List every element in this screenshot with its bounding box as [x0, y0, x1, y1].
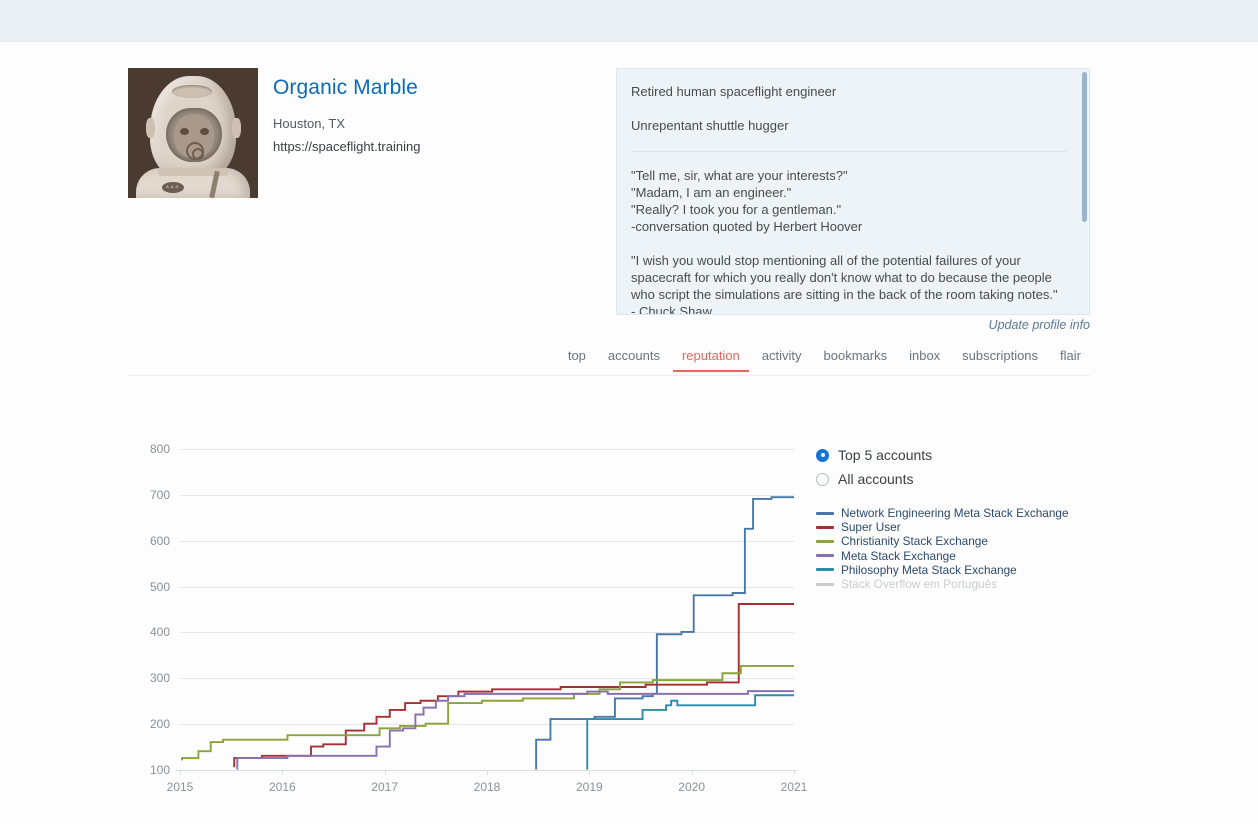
legend-item[interactable]: Meta Stack Exchange: [816, 549, 1090, 563]
tab-activity[interactable]: activity: [753, 344, 811, 370]
update-profile-info-link[interactable]: Update profile info: [988, 318, 1090, 332]
legend-color-swatch: [816, 539, 834, 543]
x-tick-2015: [180, 770, 181, 775]
bio-quote-1-attribution: -conversation quoted by Herbert Hoover: [631, 219, 863, 234]
tab-accounts[interactable]: accounts: [599, 344, 669, 370]
x-tick-2016: [282, 770, 284, 775]
bio-line-1: Retired human spaceflight engineer: [631, 84, 837, 99]
profile-bio-box[interactable]: Retired human spaceflight engineer Unrep…: [616, 68, 1090, 315]
bio-quote-1-line-3: "Really? I took you for a gentleman.": [631, 202, 842, 217]
x-tick-2017: [384, 770, 386, 775]
radio-label: Top 5 accounts: [838, 447, 933, 463]
x-tick-2019: [589, 770, 591, 775]
top-header-bar: [0, 0, 1258, 42]
series-line: [236, 690, 794, 770]
page-content: A.A.S. Organic Marble Houston, TX https:…: [0, 42, 1258, 824]
legend-color-swatch: [816, 568, 834, 572]
bio-quote-2-line-1: "I wish you would stop mentioning all of…: [631, 253, 1021, 268]
tab-flair[interactable]: flair: [1051, 344, 1090, 370]
radio-button-icon[interactable]: [816, 472, 829, 486]
legend-color-swatch: [816, 554, 834, 558]
series-line: [586, 694, 794, 770]
tab-reputation[interactable]: reputation: [672, 344, 749, 372]
bio-quote-2-line-3: who script the simulations are sitting i…: [631, 287, 1058, 302]
legend-label: Super User: [841, 520, 901, 535]
x-tick-2018: [487, 770, 488, 775]
legend-item[interactable]: Stack Overflow em Português: [816, 577, 1090, 591]
legend-item[interactable]: Christianity Stack Exchange: [816, 534, 1090, 548]
legend-color-swatch: [816, 511, 834, 515]
legend-color-swatch: [816, 582, 834, 586]
x-tick-2021: [794, 770, 795, 775]
bio-divider: [631, 151, 1067, 152]
bio-quote-1-line-1: "Tell me, sir, what are your interests?": [631, 168, 848, 183]
legend-color-swatch: [816, 525, 834, 529]
x-tick-2020: [691, 770, 693, 775]
bio-quote-2-line-2: spacecraft for which you really don't kn…: [631, 270, 1052, 285]
tab-subscriptions[interactable]: subscriptions: [953, 344, 1047, 370]
profile-website-link[interactable]: https://spaceflight.training: [273, 139, 420, 154]
profile-location: Houston, TX: [273, 116, 346, 131]
legend-label: Network Engineering Meta Stack Exchange: [841, 506, 1069, 521]
chart-series-lines: [181, 496, 794, 770]
radio-button-icon[interactable]: [816, 448, 829, 462]
tab-top[interactable]: top: [559, 344, 595, 370]
series-line: [535, 496, 794, 770]
bio-line-2: Unrepentant shuttle hugger: [631, 118, 789, 133]
bio-quote-2-attribution: - Chuck Shaw: [631, 304, 712, 315]
radio-option-all-accounts[interactable]: All accounts: [816, 468, 1090, 490]
chart-side-panel: Top 5 accounts All accounts Network Engin…: [816, 444, 1090, 591]
reputation-chart-plot: 100 200 300 400 500 600 700 800 2015 2016 2017 201…: [128, 392, 828, 812]
astronaut-helmet-avatar-image: A.A.S.: [128, 68, 258, 198]
reputation-chart-area: 100 200 300 400 500 600 700 800 2015 2016 2017 201…: [128, 392, 1090, 812]
legend-label: Christianity Stack Exchange: [841, 534, 988, 549]
series-line: [233, 603, 794, 768]
legend-item[interactable]: Network Engineering Meta Stack Exchange: [816, 506, 1090, 520]
radio-label: All accounts: [838, 471, 914, 487]
bio-quote-2: "I wish you would stop mentioning all of…: [631, 252, 1071, 315]
series-line: [181, 664, 794, 761]
legend-label: Meta Stack Exchange: [841, 548, 956, 563]
profile-tab-bar: top accounts reputation activity bookmarks in…: [128, 344, 1090, 376]
radio-option-top-5-accounts[interactable]: Top 5 accounts: [816, 444, 1090, 466]
tab-inbox[interactable]: inbox: [900, 344, 949, 370]
legend-label: Stack Overflow em Português: [841, 577, 998, 592]
tab-bookmarks[interactable]: bookmarks: [815, 344, 897, 370]
chart-legend: Network Engineering Meta Stack Exchange S…: [816, 506, 1090, 591]
legend-label: Philosophy Meta Stack Exchange: [841, 562, 1017, 577]
profile-header: A.A.S. Organic Marble Houston, TX https:…: [128, 68, 1090, 332]
avatar[interactable]: A.A.S.: [128, 68, 258, 198]
legend-item[interactable]: Super User: [816, 520, 1090, 534]
legend-item[interactable]: Philosophy Meta Stack Exchange: [816, 563, 1090, 577]
profile-display-name[interactable]: Organic Marble: [273, 76, 418, 100]
bio-quote-1: "Tell me, sir, what are your interests?"…: [631, 167, 1071, 235]
account-scope-radio-group: Top 5 accounts All accounts: [816, 444, 1090, 490]
bio-scrollbar-thumb[interactable]: [1082, 72, 1087, 222]
bio-quote-1-line-2: "Madam, I am an engineer.": [631, 185, 792, 200]
